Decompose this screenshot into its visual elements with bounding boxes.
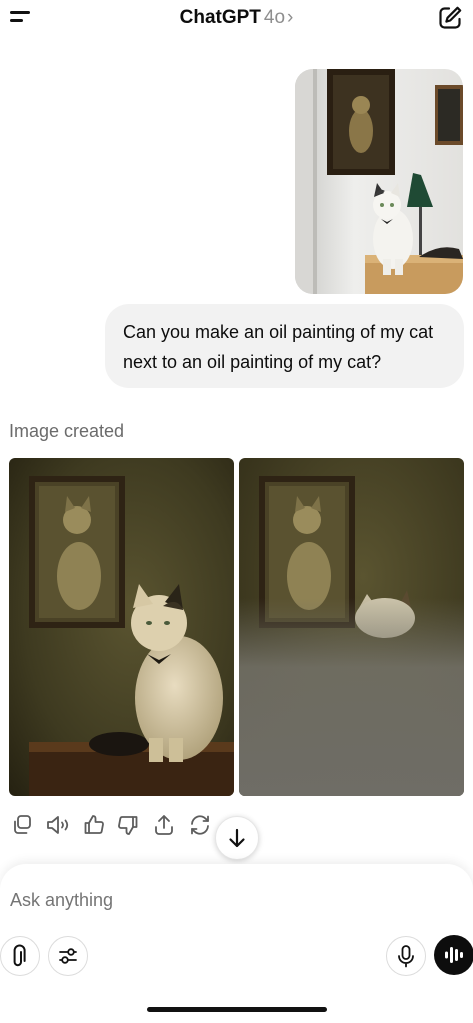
voice-mode-button[interactable] [434,935,473,975]
new-chat-icon[interactable] [437,5,463,31]
voice-mode-icon [445,947,463,963]
top-bar: ChatGPT 4o › [0,0,473,40]
home-indicator [147,1007,327,1012]
sliders-icon [59,948,77,964]
model-label: 4o [263,7,286,28]
paperclip-icon [13,944,26,967]
message-input[interactable] [10,890,430,911]
scroll-to-bottom-button[interactable] [215,816,259,860]
user-message-bubble: Can you make an oil painting of my cat n… [105,304,464,388]
microphone-icon [398,945,414,968]
copy-icon[interactable] [10,813,34,837]
model-selector[interactable]: ChatGPT 4o › [0,7,473,29]
generated-image-1[interactable] [9,458,234,796]
composer [0,864,473,1023]
regenerate-icon[interactable] [188,813,212,837]
thumbs-down-icon[interactable] [116,813,140,837]
app-title: ChatGPT [179,7,261,28]
thumbs-up-icon[interactable] [82,813,106,837]
share-icon[interactable] [152,813,176,837]
speaker-icon[interactable] [45,813,75,837]
generated-image-2[interactable] [239,458,464,796]
dictate-button[interactable] [386,936,426,976]
user-cat-photo[interactable] [295,69,463,294]
attach-button[interactable] [0,936,40,976]
chevron-right-icon: › [287,7,294,28]
arrow-down-icon [229,828,245,848]
image-created-label: Image created [9,421,125,441]
tools-button[interactable] [48,936,88,976]
